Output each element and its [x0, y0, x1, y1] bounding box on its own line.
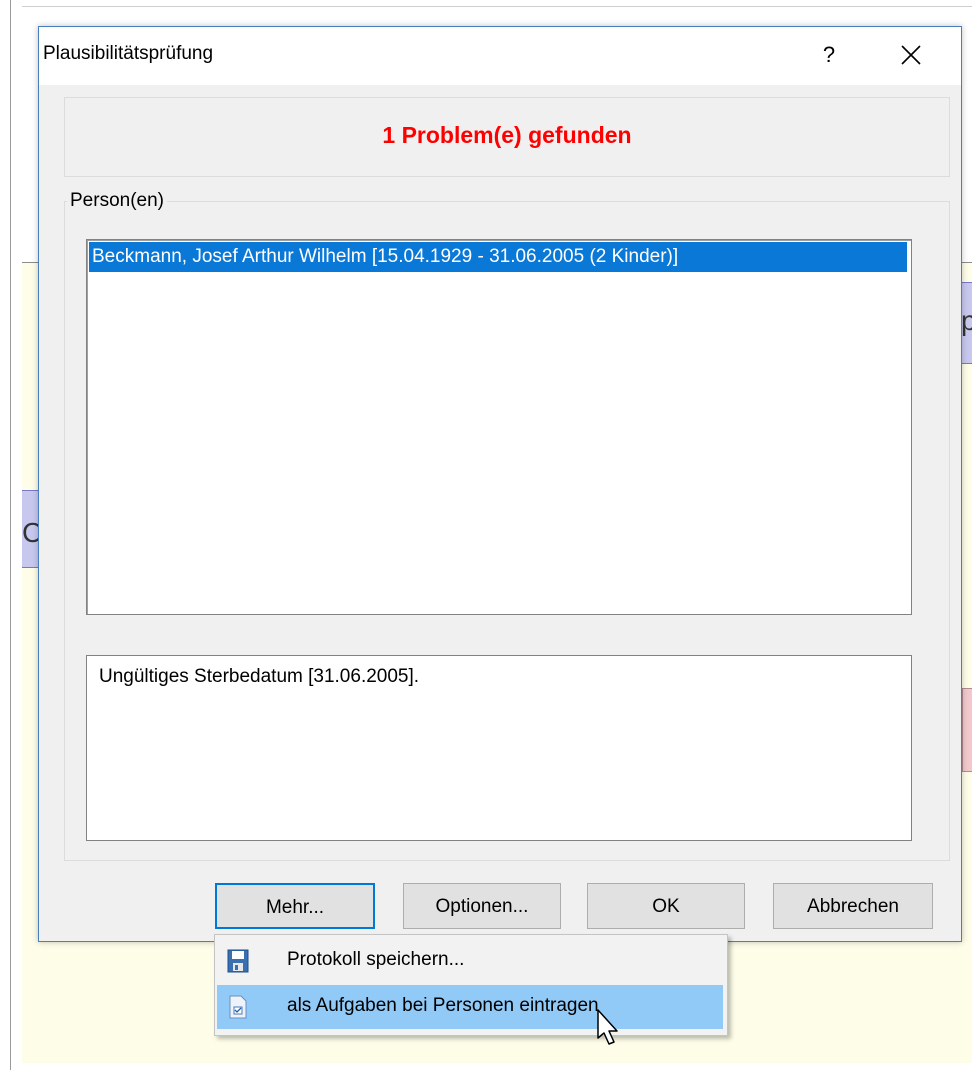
more-button[interactable]: Mehr...	[215, 883, 375, 929]
task-document-icon	[229, 995, 247, 1019]
ok-button[interactable]: OK	[587, 883, 745, 929]
person-list-item-selected[interactable]: Beckmann, Josef Arthur Wilhelm [15.04.19…	[89, 242, 907, 272]
menu-item-add-tasks[interactable]: als Aufgaben bei Personen eintragen	[217, 985, 723, 1029]
persons-group-label: Person(en)	[67, 190, 167, 212]
plausibility-check-dialog: Plausibilitätsprüfung ? 1 Problem(e) gef…	[38, 26, 962, 942]
more-dropdown-menu: Protokoll speichern... als Aufgaben bei …	[214, 934, 728, 1036]
background-box-glyph: p	[961, 305, 972, 336]
close-icon	[901, 45, 921, 65]
help-button[interactable]: ?	[809, 33, 849, 77]
problem-message-text: Ungültiges Sterbedatum [31.06.2005].	[99, 666, 420, 687]
cancel-button[interactable]: Abbrechen	[773, 883, 933, 929]
menu-item-save-log[interactable]: Protokoll speichern...	[217, 939, 723, 983]
dialog-titlebar[interactable]: Plausibilitätsprüfung ?	[39, 27, 961, 85]
menu-item-label: als Aufgaben bei Personen eintragen	[287, 995, 599, 1016]
background-person-box-pink	[962, 688, 972, 772]
result-banner: 1 Problem(e) gefunden	[64, 97, 950, 177]
problem-count-text: 1 Problem(e) gefunden	[382, 122, 632, 148]
options-button[interactable]: Optionen...	[403, 883, 561, 929]
person-listbox[interactable]: Beckmann, Josef Arthur Wilhelm [15.04.19…	[86, 239, 912, 615]
problem-message-box[interactable]: Ungültiges Sterbedatum [31.06.2005].	[86, 655, 912, 841]
dialog-title: Plausibilitätsprüfung	[43, 43, 214, 64]
close-button[interactable]	[889, 33, 933, 77]
menu-item-label: Protokoll speichern...	[287, 949, 465, 970]
mouse-pointer-icon	[597, 1009, 618, 1045]
save-disk-icon	[227, 949, 249, 973]
